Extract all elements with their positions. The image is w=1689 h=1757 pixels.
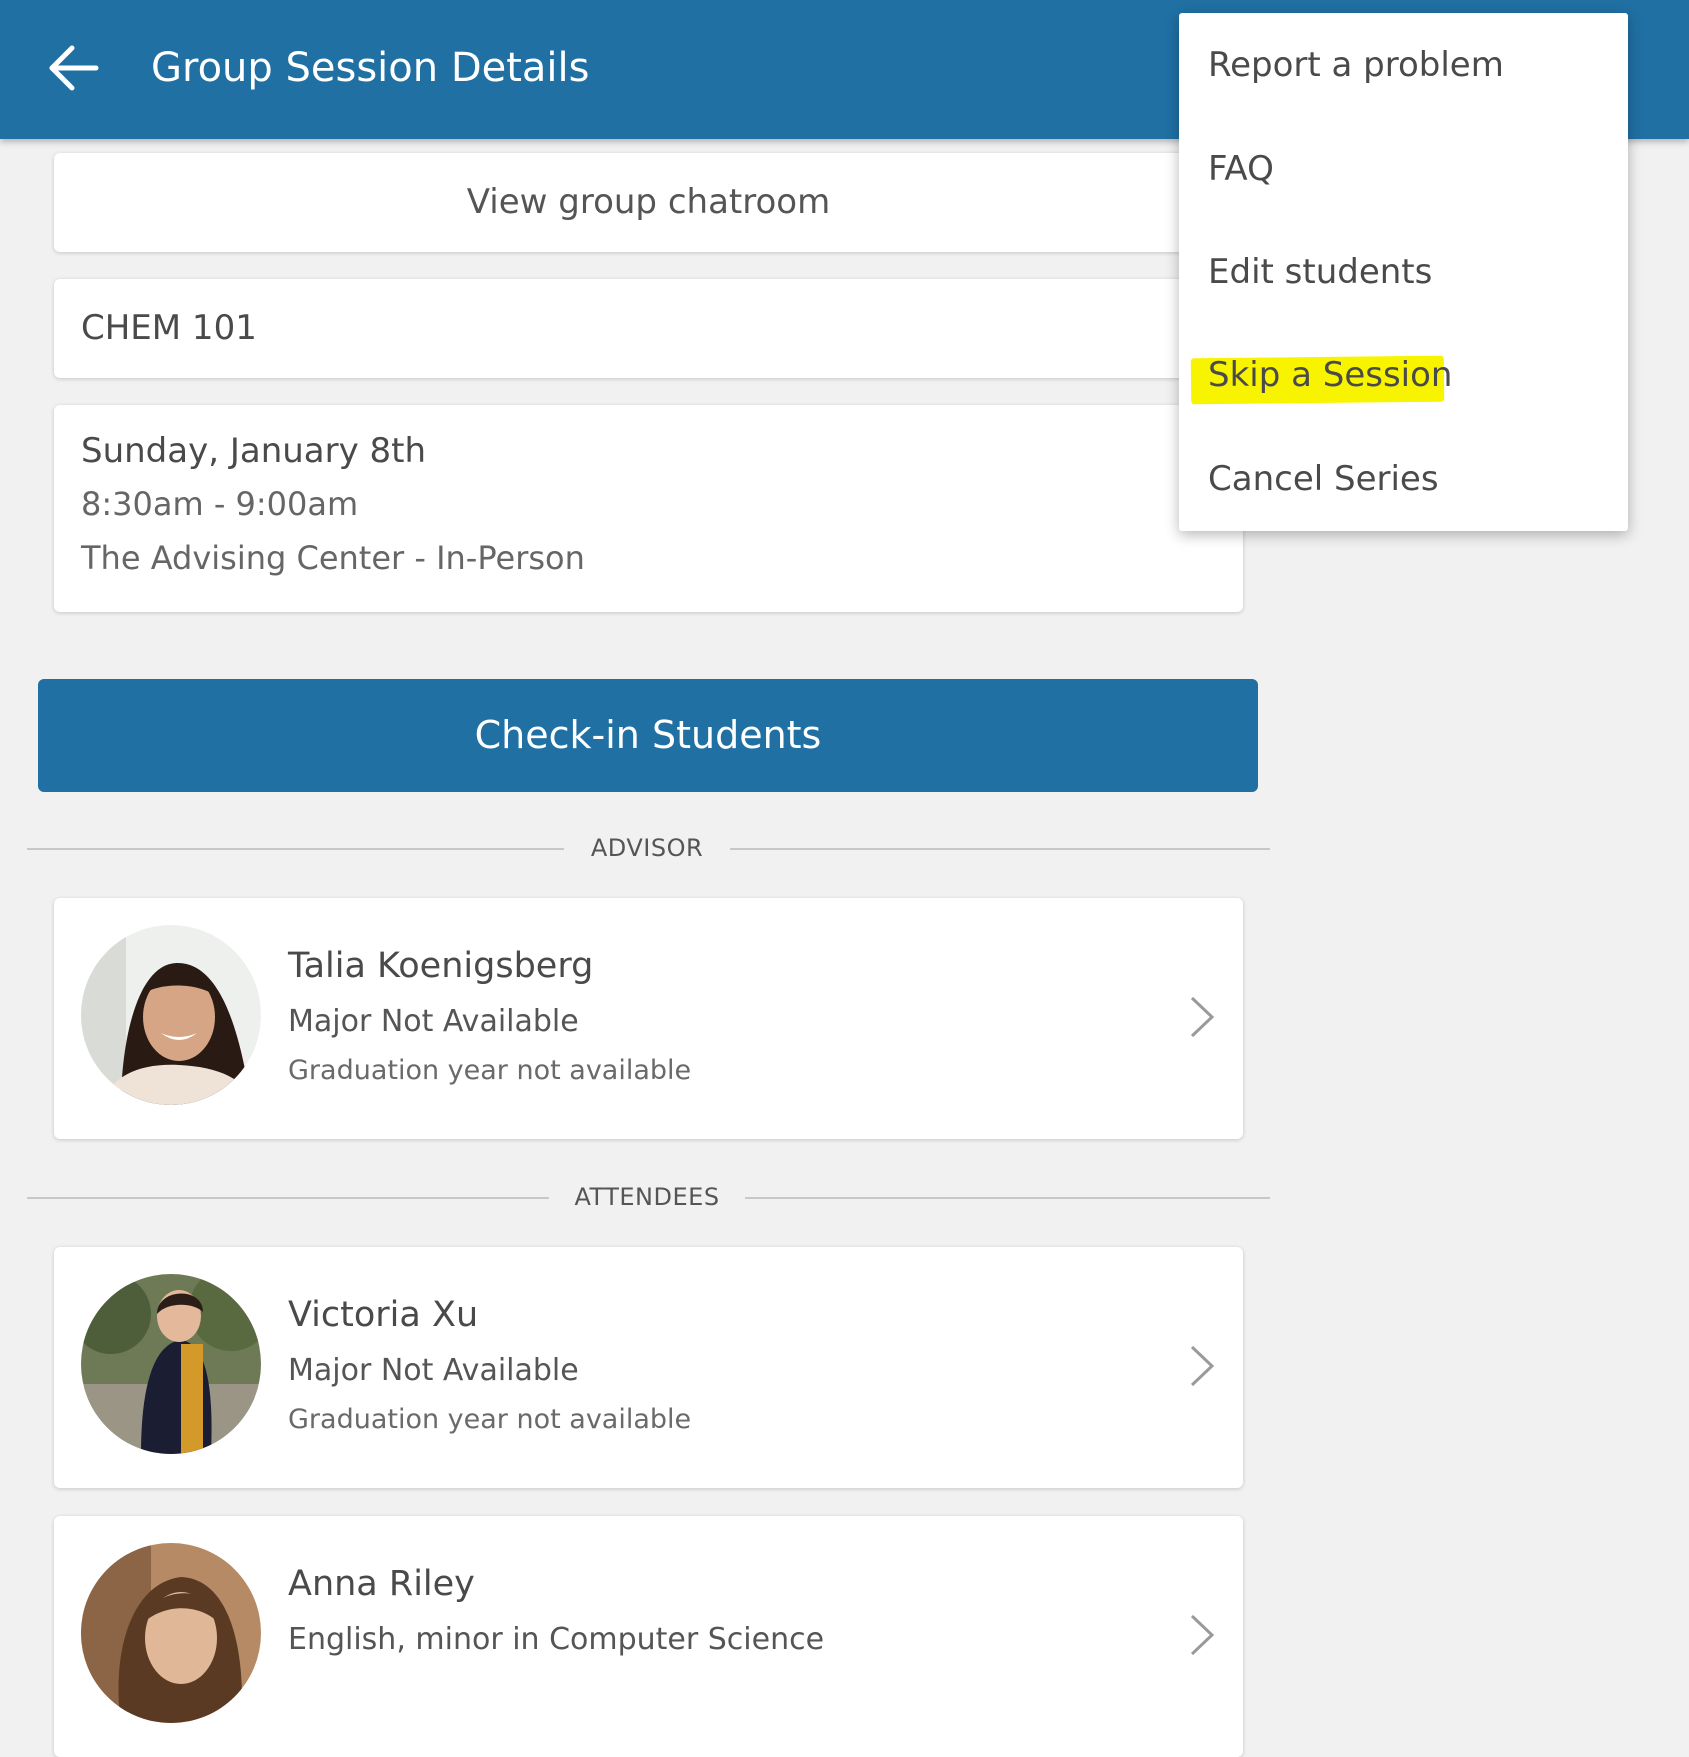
arrow-left-icon <box>49 45 99 91</box>
course-card: CHEM 101 <box>54 279 1243 378</box>
view-chatroom-button[interactable]: View group chatroom <box>54 153 1243 252</box>
advisor-divider-right <box>730 848 1270 850</box>
attendee-card[interactable]: Anna Riley English, minor in Computer Sc… <box>54 1516 1243 1757</box>
attendee-graduation: Graduation year not available <box>288 1404 692 1435</box>
menu-item-label: Report a problem <box>1208 45 1504 85</box>
menu-item-label: Skip a Session <box>1208 355 1453 395</box>
attendee-major: Major Not Available <box>288 1353 579 1388</box>
avatar <box>81 1543 261 1723</box>
page-title: Group Session Details <box>151 45 590 91</box>
attendee-card[interactable]: Victoria Xu Major Not Available Graduati… <box>54 1247 1243 1488</box>
menu-item-faq[interactable]: FAQ <box>1179 117 1628 221</box>
menu-item-cancel-series[interactable]: Cancel Series <box>1179 427 1628 531</box>
chevron-right-icon <box>1190 996 1215 1038</box>
menu-item-edit-students[interactable]: Edit students <box>1179 220 1628 324</box>
session-time: 8:30am - 9:00am <box>81 485 359 523</box>
check-in-students-button[interactable]: Check-in Students <box>38 679 1258 792</box>
attendees-divider-right <box>745 1197 1270 1199</box>
avatar <box>81 1274 261 1454</box>
advisor-section-label: ADVISOR <box>590 834 704 862</box>
attendees-section-label: ATTENDEES <box>574 1183 720 1211</box>
course-name: CHEM 101 <box>81 308 257 348</box>
attendee-name: Anna Riley <box>288 1564 475 1604</box>
attendee-major: English, minor in Computer Science <box>288 1622 825 1657</box>
menu-item-label: FAQ <box>1208 149 1274 189</box>
chevron-right-icon <box>1190 1345 1215 1387</box>
schedule-card: Sunday, January 8th 8:30am - 9:00am The … <box>54 405 1243 612</box>
back-button[interactable] <box>44 40 104 96</box>
overflow-menu: Report a problem FAQ Edit students Skip … <box>1179 13 1628 531</box>
advisor-card[interactable]: Talia Koenigsberg Major Not Available Gr… <box>54 898 1243 1139</box>
session-day: Sunday, January 8th <box>81 431 427 471</box>
menu-item-skip-session[interactable]: Skip a Session <box>1179 323 1628 427</box>
advisor-name: Talia Koenigsberg <box>288 946 594 986</box>
avatar <box>81 925 261 1105</box>
menu-item-label: Cancel Series <box>1208 459 1439 499</box>
menu-item-label: Edit students <box>1208 252 1433 292</box>
attendees-divider-left <box>27 1197 549 1199</box>
advisor-major: Major Not Available <box>288 1004 579 1039</box>
chevron-right-icon <box>1190 1614 1215 1656</box>
attendee-name: Victoria Xu <box>288 1295 479 1335</box>
session-location: The Advising Center - In-Person <box>81 539 585 577</box>
advisor-graduation: Graduation year not available <box>288 1055 692 1086</box>
advisor-divider-left <box>27 848 564 850</box>
view-chatroom-label: View group chatroom <box>466 182 831 222</box>
menu-item-report-problem[interactable]: Report a problem <box>1179 13 1628 117</box>
